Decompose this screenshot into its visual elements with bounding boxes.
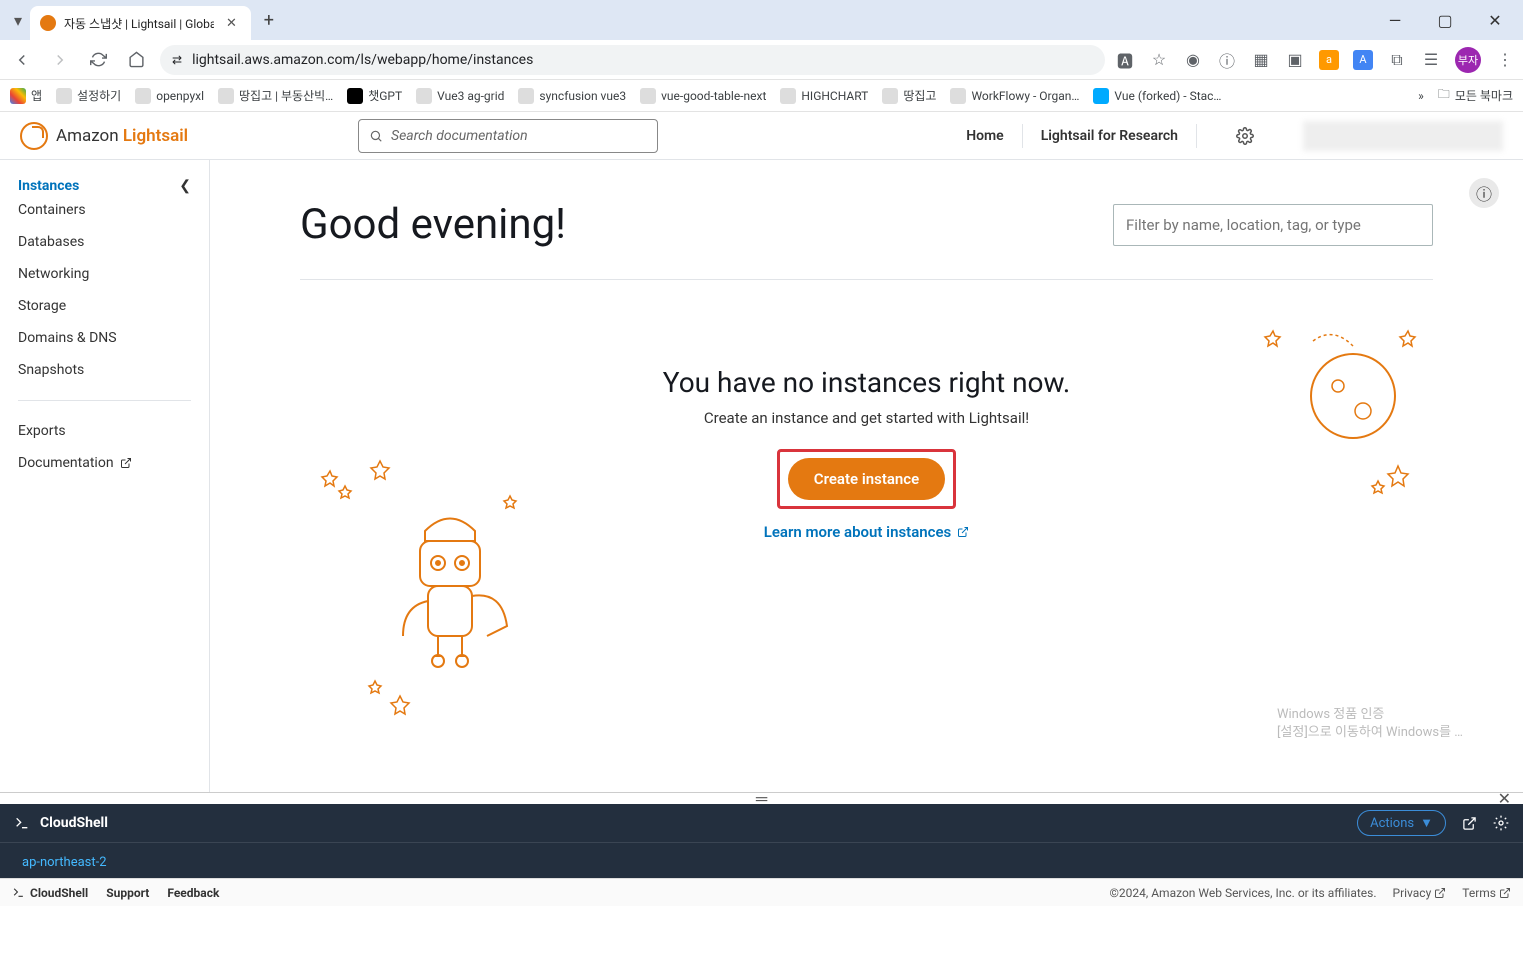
- info-button[interactable]: ⓘ: [1469, 178, 1499, 208]
- search-icon: [369, 129, 383, 143]
- bookmark-overflow[interactable]: »: [1418, 89, 1424, 103]
- browser-toolbar: ⇄ lightsail.aws.amazon.com/ls/webapp/hom…: [0, 40, 1523, 80]
- close-tab-button[interactable]: ✕: [222, 16, 241, 31]
- site-info-icon[interactable]: ⇄: [172, 53, 182, 67]
- bookmark-item[interactable]: WorkFlowy - Organ…: [950, 88, 1079, 104]
- lightsail-logo-text: Amazon Lightsail: [56, 126, 188, 146]
- create-instance-button[interactable]: Create instance: [788, 458, 945, 500]
- extensions-icon[interactable]: ⧉: [1387, 50, 1407, 70]
- ext5-icon[interactable]: A: [1353, 50, 1373, 70]
- address-bar[interactable]: ⇄ lightsail.aws.amazon.com/ls/webapp/hom…: [160, 45, 1105, 75]
- minimize-button[interactable]: —: [1373, 5, 1417, 35]
- bottom-cloudshell[interactable]: CloudShell: [12, 886, 88, 900]
- bookmark-item[interactable]: 챗GPT: [347, 87, 402, 104]
- account-info[interactable]: [1303, 121, 1503, 151]
- sidebar-item-documentation[interactable]: Documentation: [0, 447, 209, 479]
- nav-research[interactable]: Lightsail for Research: [1023, 124, 1197, 148]
- star-icon[interactable]: ☆: [1149, 50, 1169, 70]
- camera-icon[interactable]: ◉: [1183, 50, 1203, 70]
- sidebar-item-containers[interactable]: Containers: [0, 194, 209, 226]
- lightsail-header: Amazon Lightsail Search documentation Ho…: [0, 112, 1523, 160]
- chrome-menu-button[interactable]: ⋮: [1495, 50, 1515, 70]
- external-link-icon: [957, 526, 969, 538]
- sidebar-item-instances[interactable]: Instances: [18, 178, 79, 194]
- reload-button[interactable]: [84, 46, 112, 74]
- copyright-text: ©2024, Amazon Web Services, Inc. or its …: [1109, 886, 1376, 900]
- bookmark-item[interactable]: vue-good-table-next: [640, 88, 766, 104]
- new-tab-button[interactable]: +: [255, 6, 283, 34]
- browser-tab[interactable]: 자동 스냅샷 | Lightsail | Global ✕: [30, 6, 251, 40]
- bookmark-item[interactable]: Vue (forked) - Stac…: [1093, 88, 1221, 104]
- translate-icon[interactable]: 🅰: [1115, 50, 1135, 70]
- bookmark-item[interactable]: 설정하기: [56, 87, 121, 104]
- lightsail-logo-icon: [20, 122, 48, 150]
- greeting-heading: Good evening!: [300, 200, 566, 249]
- close-window-button[interactable]: ✕: [1473, 5, 1517, 35]
- ext2-icon[interactable]: ▦: [1251, 50, 1271, 70]
- bottom-feedback[interactable]: Feedback: [167, 886, 219, 900]
- main-content: ⓘ Good evening!: [210, 160, 1523, 792]
- favicon-icon: [40, 15, 56, 31]
- terminal-icon: [14, 815, 30, 831]
- sidebar-item-storage[interactable]: Storage: [0, 290, 209, 322]
- sidebar-item-networking[interactable]: Networking: [0, 258, 209, 290]
- bottom-support[interactable]: Support: [106, 886, 149, 900]
- forward-button[interactable]: [46, 46, 74, 74]
- apps-button[interactable]: 앱: [10, 87, 42, 104]
- profile-avatar[interactable]: 부자: [1455, 47, 1481, 73]
- sidebar-item-snapshots[interactable]: Snapshots: [0, 354, 209, 386]
- terms-link[interactable]: Terms: [1462, 886, 1511, 900]
- bookmark-item[interactable]: Vue3 ag-grid: [416, 88, 504, 104]
- lightsail-logo[interactable]: Amazon Lightsail: [20, 122, 188, 150]
- sidebar-item-exports[interactable]: Exports: [0, 415, 209, 447]
- moon-decoration: [1243, 316, 1423, 516]
- ext3-icon[interactable]: ▣: [1285, 50, 1305, 70]
- windows-watermark: Windows 정품 인증[설정]으로 이동하여 Windows를 …: [1277, 706, 1463, 742]
- gear-icon: [1236, 127, 1254, 145]
- filter-input[interactable]: [1113, 204, 1433, 246]
- robot-decoration: [310, 456, 540, 716]
- sidebar-item-domains[interactable]: Domains & DNS: [0, 322, 209, 354]
- learn-more-link[interactable]: Learn more about instances: [764, 523, 970, 541]
- settings-button[interactable]: [1227, 118, 1263, 154]
- cloudshell-title: CloudShell: [40, 815, 108, 831]
- ext4-icon[interactable]: a: [1319, 50, 1339, 70]
- nav-home[interactable]: Home: [948, 124, 1023, 148]
- gear-icon[interactable]: [1493, 815, 1509, 831]
- all-bookmarks[interactable]: 🗀모든 북마크: [1438, 85, 1513, 106]
- ext1-icon[interactable]: ⓘ: [1217, 50, 1237, 70]
- sidebar: Instances ❮ Containers Databases Network…: [0, 160, 210, 792]
- back-button[interactable]: [8, 46, 36, 74]
- cloudshell-tabs: ap-northeast-2: [0, 842, 1523, 878]
- browser-tab-strip: ▾ 자동 스냅샷 | Lightsail | Global ✕ + — ▢ ✕: [0, 0, 1523, 40]
- reading-list-icon[interactable]: ☰: [1421, 50, 1441, 70]
- cloudshell-resize-handle[interactable]: ═✕: [0, 792, 1523, 804]
- tab-menu-button[interactable]: ▾: [6, 8, 30, 32]
- url-text: lightsail.aws.amazon.com/ls/webapp/home/…: [192, 52, 533, 68]
- bottom-bar: CloudShell Support Feedback ©2024, Amazo…: [0, 878, 1523, 906]
- privacy-link[interactable]: Privacy: [1393, 886, 1447, 900]
- maximize-button[interactable]: ▢: [1423, 5, 1467, 35]
- bookmarks-bar: 앱 설정하기 openpyxl 땅집고 | 부동산빅… 챗GPT Vue3 ag…: [0, 80, 1523, 112]
- bookmark-item[interactable]: HIGHCHART: [780, 88, 868, 104]
- terminal-icon: [12, 886, 25, 899]
- bookmark-item[interactable]: 땅집고: [882, 87, 936, 104]
- sidebar-item-databases[interactable]: Databases: [0, 226, 209, 258]
- tab-title: 자동 스냅샷 | Lightsail | Global: [64, 15, 214, 32]
- create-instance-highlight: Create instance: [777, 449, 956, 509]
- cloudshell-header: CloudShell Actions▼: [0, 804, 1523, 842]
- external-link-icon: [120, 457, 132, 469]
- cloudshell-region-tab[interactable]: ap-northeast-2: [8, 849, 121, 878]
- bookmark-item[interactable]: 땅집고 | 부동산빅…: [218, 87, 333, 104]
- home-button[interactable]: [122, 46, 150, 74]
- doc-search-input[interactable]: Search documentation: [358, 119, 658, 153]
- cloudshell-actions-button[interactable]: Actions▼: [1357, 810, 1446, 836]
- collapse-sidebar-button[interactable]: ❮: [179, 178, 191, 194]
- bookmark-item[interactable]: openpyxl: [135, 88, 204, 104]
- bookmark-item[interactable]: syncfusion vue3: [518, 88, 626, 104]
- popout-icon[interactable]: [1462, 816, 1477, 831]
- cloudshell-close-button[interactable]: ✕: [1498, 789, 1511, 808]
